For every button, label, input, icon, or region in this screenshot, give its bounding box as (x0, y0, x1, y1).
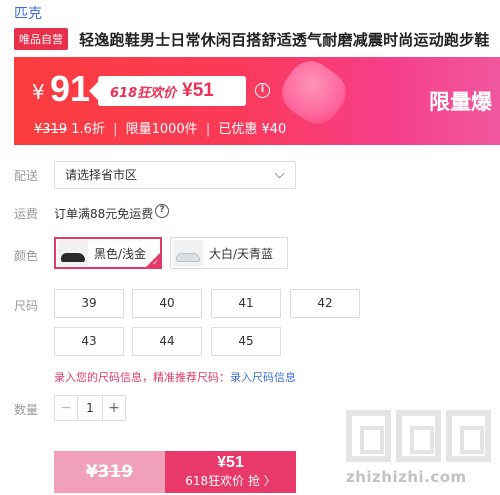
shoe-thumbnail (58, 240, 88, 266)
decrement-button[interactable]: − (55, 396, 77, 420)
info-icon[interactable]: i (255, 83, 270, 98)
chevron-down-icon (274, 168, 285, 179)
event-label: 618狂欢价 (110, 85, 177, 101)
limited-sale-text: 限量爆 (429, 90, 492, 114)
quantity-stepper: − 1 + (54, 395, 126, 421)
quantity-label: 数量 (14, 403, 39, 417)
saved-amount: 已优惠 ¥40 (218, 122, 287, 137)
separator: | (113, 122, 118, 137)
quantity-value[interactable]: 1 (77, 396, 103, 420)
size-option-45[interactable]: 45 (211, 327, 281, 356)
shipping-info: 订单满88元免运费 (54, 207, 154, 221)
size-option-41[interactable]: 41 (211, 289, 281, 318)
event-price-tag: 618狂欢价 ¥51 (89, 76, 246, 106)
price-currency: ¥ (32, 80, 45, 104)
separator: | (205, 122, 211, 137)
color-option-label: 黑色/浅金 (94, 246, 147, 261)
size-label: 尺码 (14, 299, 39, 313)
size-hint: 录入您的尺码信息，精准推荐尺码：录入尺码信息 (54, 369, 296, 385)
event-price: ¥51 (182, 80, 214, 101)
size-option-43[interactable]: 43 (54, 327, 124, 356)
watermark-logo (346, 410, 391, 462)
size-option-40[interactable]: 40 (132, 289, 202, 318)
product-title: 轻逸跑鞋男士日常休闲百搭舒适透气耐磨减震时尚运动跑步鞋 (79, 30, 490, 49)
price-details: ¥319 1.6折 | 限量1000件 | 已优惠 ¥40 (34, 118, 286, 137)
limited-quantity: 限量1000件 (125, 122, 198, 137)
buy-sale-label: 618狂欢价 抢 〉 (185, 474, 276, 488)
product-title-row: 唯品自营 轻逸跑鞋男士日常休闲百搭舒适透气耐磨减震时尚运动跑步鞋 (14, 28, 500, 50)
size-option-44[interactable]: 44 (132, 327, 202, 356)
self-operated-badge: 唯品自营 (14, 28, 68, 50)
watermark-text: zhizhizhi.com (346, 468, 467, 486)
size-option-39[interactable]: 39 (54, 289, 124, 318)
shipping-label: 运费 (14, 207, 39, 221)
watermark-logo (396, 410, 441, 462)
size-option-42[interactable]: 42 (290, 289, 360, 318)
size-hint-text: 录入您的尺码信息，精准推荐尺码： (54, 371, 230, 384)
buy-now-button[interactable]: ¥51 618狂欢价 抢 〉 (165, 451, 296, 493)
shoe-thumbnail (173, 240, 203, 266)
shoe-image (176, 253, 200, 262)
shoe-image (61, 253, 85, 262)
region-select-placeholder: 请选择省市区 (65, 168, 138, 182)
color-option-white-blue[interactable]: 大白/天青蓝 (170, 237, 288, 269)
buy-original-price: ¥319 (85, 462, 134, 482)
promo-banner: ¥ 91 618狂欢价 ¥51 i 限量爆 ¥319 1.6折 | 限量1000… (14, 57, 500, 145)
color-label: 颜色 (14, 249, 39, 263)
delivery-label: 配送 (14, 169, 39, 183)
discount-rate: 1.6折 (71, 122, 105, 137)
help-icon[interactable]: ? (155, 204, 169, 218)
original-price: ¥319 (34, 122, 68, 137)
region-select[interactable]: 请选择省市区 (54, 161, 296, 189)
color-option-black-gold[interactable]: 黑色/浅金 ✓ (54, 237, 162, 269)
watermark-logo (446, 410, 491, 462)
checkmark-icon: ✓ (152, 258, 159, 267)
current-price: 91 (50, 68, 91, 109)
brand-link[interactable]: 匹克 (14, 3, 42, 23)
color-option-label: 大白/天青蓝 (209, 246, 274, 261)
watermark: zhizhizhi.com (340, 400, 500, 495)
original-price-button[interactable]: ¥319 (54, 451, 165, 493)
size-record-link[interactable]: 录入尺码信息 (230, 371, 296, 384)
increment-button[interactable]: + (103, 396, 125, 420)
buy-sale-price: ¥51 (217, 454, 244, 471)
